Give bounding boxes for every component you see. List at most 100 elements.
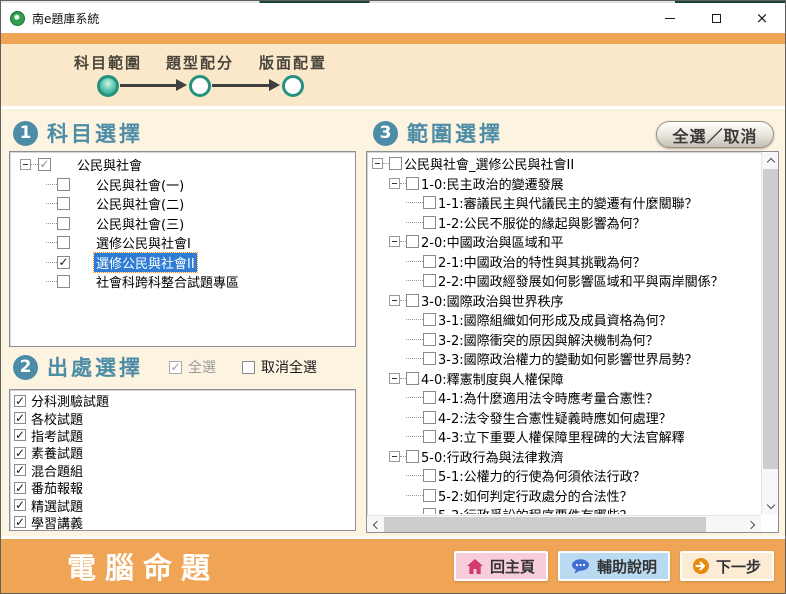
scope-tree-row-level-2[interactable]: 4-3:立下重要人權保障里程碑的大法官解釋: [368, 427, 760, 447]
horizontal-scroll-thumb[interactable]: [384, 517, 706, 532]
scope-item-label[interactable]: 5-2:如何判定行政處分的合法性？: [438, 486, 633, 505]
scope-item-label[interactable]: 2-0:中國政治與區域和平: [421, 232, 564, 251]
collapse-expander-icon[interactable]: [389, 295, 400, 306]
scope-tree-row-level-2[interactable]: 2-2:中國政經發展如何影響區域和平與兩岸關係？: [368, 271, 760, 291]
checkbox[interactable]: [406, 235, 419, 248]
checkbox[interactable]: [423, 391, 436, 404]
step-circle-3[interactable]: [282, 75, 304, 97]
scope-tree-scroll-area[interactable]: 公民與社會_選修公民與社會II1-0:民主政治的變遷發展1-1:審議民主與代議民…: [368, 153, 760, 514]
checkbox[interactable]: [406, 177, 419, 190]
scope-tree-row-level-1[interactable]: 1-0:民主政治的變遷發展: [368, 174, 760, 194]
scope-tree-row-level-2[interactable]: 2-1:中國政治的特性與其挑戰為何？: [368, 252, 760, 272]
checkbox[interactable]: [423, 489, 436, 502]
scope-item-label[interactable]: 4-2:法令發生合憲性疑義時應如何處理？: [438, 408, 672, 427]
scope-tree-row-level-2[interactable]: 5-3:行政爭訟的程序要件有哪些？: [368, 505, 760, 514]
checkbox[interactable]: [406, 372, 419, 385]
scope-item-label[interactable]: 1-2:公民不服從的緣起與影響為何？: [438, 213, 646, 232]
subject-item-label[interactable]: 選修公民與社會II: [94, 253, 197, 272]
checkbox[interactable]: [406, 294, 419, 307]
source-list-item[interactable]: ✓精選試題: [10, 496, 355, 513]
deselect-all-checkbox[interactable]: [242, 361, 255, 374]
source-list-item[interactable]: ✓指考試題: [10, 427, 355, 444]
checkbox[interactable]: [57, 275, 70, 288]
checkbox[interactable]: ✓: [57, 256, 70, 269]
scope-item-label[interactable]: 4-3:立下重要人權保障里程碑的大法官解釋: [438, 427, 685, 446]
checkbox[interactable]: ✓: [14, 412, 26, 424]
checkbox[interactable]: [423, 274, 436, 287]
scope-item-label[interactable]: 2-1:中國政治的特性與其挑戰為何？: [438, 252, 646, 271]
collapse-expander-icon[interactable]: [389, 236, 400, 247]
scope-item-label[interactable]: 3-1:國際組織如何形成及成員資格為何？: [438, 310, 672, 329]
scope-item-label[interactable]: 3-0:國際政治與世界秩序: [421, 291, 564, 310]
checkbox[interactable]: [57, 178, 70, 191]
source-list-item[interactable]: ✓混合題組: [10, 462, 355, 479]
subject-item-label[interactable]: 公民與社會(二): [96, 194, 184, 213]
subject-item-label[interactable]: 公民與社會(三): [96, 214, 184, 233]
checkbox[interactable]: ✓: [38, 158, 51, 171]
scope-item-label[interactable]: 3-2:國際衝突的原因與解決機制為何？: [438, 330, 659, 349]
scope-item-label[interactable]: 公民與社會_選修公民與社會II: [404, 154, 574, 173]
checkbox[interactable]: [389, 157, 402, 170]
subject-item-label[interactable]: 選修公民與社會I: [96, 233, 191, 252]
scope-tree-row-level-1[interactable]: 5-0:行政行為與法律救濟: [368, 447, 760, 467]
checkbox[interactable]: ✓: [14, 395, 26, 407]
checkbox[interactable]: [423, 333, 436, 346]
checkbox[interactable]: ✓: [14, 482, 26, 494]
scope-tree-row-level-1[interactable]: 3-0:國際政治與世界秩序: [368, 291, 760, 311]
scope-tree-row-level-2[interactable]: 5-2:如何判定行政處分的合法性？: [368, 486, 760, 506]
scroll-left-button[interactable]: [367, 516, 384, 533]
checkbox[interactable]: [423, 430, 436, 443]
subject-tree-root-row[interactable]: ✓公民與社會: [10, 155, 355, 175]
help-button[interactable]: 輔助說明: [558, 551, 670, 581]
deselect-all-checkbox-group[interactable]: 取消全選: [242, 357, 317, 377]
vertical-scroll-thumb[interactable]: [763, 169, 778, 469]
checkbox[interactable]: ✓: [14, 464, 26, 476]
collapse-expander-icon[interactable]: [389, 178, 400, 189]
subject-tree-item-row[interactable]: ✓ 選修公民與社會II: [10, 253, 355, 273]
source-list-item[interactable]: ✓各校試題: [10, 409, 355, 426]
source-list-item[interactable]: ✓素養試題: [10, 444, 355, 461]
horizontal-scrollbar[interactable]: [367, 515, 761, 532]
scope-tree-row-level-2[interactable]: 3-3:國際政治權力的變動如何影響世界局勢？: [368, 349, 760, 369]
subject-tree-item-row[interactable]: 公民與社會(一): [10, 175, 355, 195]
checkbox[interactable]: ✓: [14, 516, 26, 528]
scope-tree-row-level-2[interactable]: 4-1:為什麼適用法令時應考量合憲性？: [368, 388, 760, 408]
select-all-checkbox[interactable]: ✓: [169, 361, 182, 374]
checkbox[interactable]: [423, 216, 436, 229]
source-list-item[interactable]: ✓學習講義: [10, 514, 355, 531]
source-list-item[interactable]: ✓分科測驗試題: [10, 392, 355, 409]
subject-tree-item-row[interactable]: 公民與社會(三): [10, 214, 355, 234]
scope-item-label[interactable]: 5-1:公權力的行使為何須依法行政？: [438, 466, 646, 485]
minimize-button[interactable]: [647, 3, 693, 33]
scope-tree-row-level-2[interactable]: 3-1:國際組織如何形成及成員資格為何？: [368, 310, 760, 330]
checkbox[interactable]: ✓: [14, 429, 26, 441]
checkbox[interactable]: [57, 236, 70, 249]
checkbox[interactable]: [423, 508, 436, 514]
scope-tree-row-level-2[interactable]: 1-1:審議民主與代議民主的變遷有什麼關聯？: [368, 193, 760, 213]
source-list-item[interactable]: ✓番茄報報: [10, 479, 355, 496]
scope-item-label[interactable]: 1-1:審議民主與代議民主的變遷有什麼關聯？: [438, 193, 698, 212]
scope-item-label[interactable]: 4-1:為什麼適用法令時應考量合憲性？: [438, 388, 659, 407]
scope-tree-row-level-2[interactable]: 1-2:公民不服從的緣起與影響為何？: [368, 213, 760, 233]
checkbox[interactable]: [423, 196, 436, 209]
checkbox[interactable]: [423, 352, 436, 365]
subject-tree-item-row[interactable]: 公民與社會(二): [10, 194, 355, 214]
next-step-button[interactable]: 下一步: [680, 551, 774, 581]
scope-item-label[interactable]: 1-0:民主政治的變遷發展: [421, 174, 564, 193]
scope-tree-row-level-1[interactable]: 4-0:釋憲制度與人權保障: [368, 369, 760, 389]
scope-item-label[interactable]: 2-2:中國政經發展如何影響區域和平與兩岸關係？: [438, 271, 724, 290]
checkbox[interactable]: [423, 469, 436, 482]
source-list-panel[interactable]: ✓分科測驗試題✓各校試題✓指考試題✓素養試題✓混合題組✓番茄報報✓精選試題✓學習…: [9, 389, 356, 531]
scope-item-label[interactable]: 3-3:國際政治權力的變動如何影響世界局勢？: [438, 349, 698, 368]
subject-tree-item-row[interactable]: 社會科跨科整合試題專區: [10, 272, 355, 292]
checkbox[interactable]: [57, 217, 70, 230]
home-button[interactable]: 回主頁: [454, 551, 548, 581]
scope-item-label[interactable]: 5-0:行政行為與法律救濟: [421, 447, 564, 466]
checkbox[interactable]: [423, 255, 436, 268]
subject-item-label[interactable]: 社會科跨科整合試題專區: [96, 272, 239, 291]
scope-tree-row-level-1[interactable]: 2-0:中國政治與區域和平: [368, 232, 760, 252]
scope-item-label[interactable]: 5-3:行政爭訟的程序要件有哪些？: [438, 505, 633, 514]
subject-item-label[interactable]: 公民與社會(一): [96, 175, 184, 194]
collapse-expander-icon[interactable]: [389, 451, 400, 462]
checkbox[interactable]: [57, 197, 70, 210]
